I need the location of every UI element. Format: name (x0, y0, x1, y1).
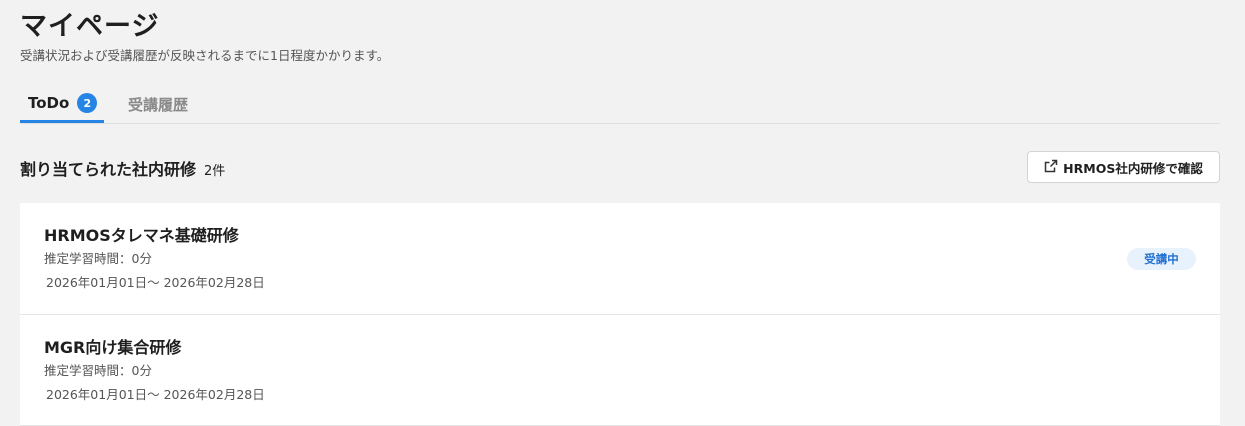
tab-todo[interactable]: ToDo 2 (20, 86, 104, 123)
page-subtitle: 受講状況および受講履歴が反映されるまでに1日程度かかります。 (20, 48, 390, 63)
course-study-time: 推定学習時間：0分 (44, 363, 152, 378)
section-title: 割り当てられた社内研修 (20, 160, 197, 179)
course-period: 2026年01月01日〜 2026年02月28日 (46, 275, 265, 290)
external-link-icon (1044, 159, 1063, 176)
course-card[interactable]: HRMOSタレマネ基礎研修 推定学習時間：0分 2026年01月01日〜 202… (20, 203, 1220, 315)
course-list: HRMOSタレマネ基礎研修 推定学習時間：0分 2026年01月01日〜 202… (20, 203, 1220, 426)
tab-bar: ToDo 2 受講履歴 (20, 86, 1220, 124)
tab-todo-label: ToDo (28, 94, 70, 112)
open-hrmos-training-button[interactable]: HRMOS社内研修で確認 (1027, 151, 1220, 183)
course-period: 2026年01月01日〜 2026年02月28日 (46, 387, 265, 402)
status-badge: 受講中 (1127, 248, 1196, 270)
tab-history[interactable]: 受講履歴 (128, 86, 188, 122)
course-title: HRMOSタレマネ基礎研修 (44, 226, 239, 245)
course-study-time: 推定学習時間：0分 (44, 251, 152, 266)
tab-history-label: 受講履歴 (128, 95, 189, 114)
page-title: マイページ (20, 11, 160, 42)
section-count: 2件 (204, 164, 226, 179)
todo-count-badge: 2 (77, 93, 98, 113)
course-card[interactable]: MGR向け集合研修 推定学習時間：0分 2026年01月01日〜 2026年02… (20, 315, 1220, 426)
course-title: MGR向け集合研修 (44, 338, 182, 357)
section-header: 割り当てられた社内研修 2件 (20, 156, 225, 180)
open-hrmos-training-label: HRMOS社内研修で確認 (1063, 160, 1203, 176)
my-page: マイページ 受講状況および受講履歴が反映されるまでに1日程度かかります。 ToD… (0, 0, 1245, 426)
